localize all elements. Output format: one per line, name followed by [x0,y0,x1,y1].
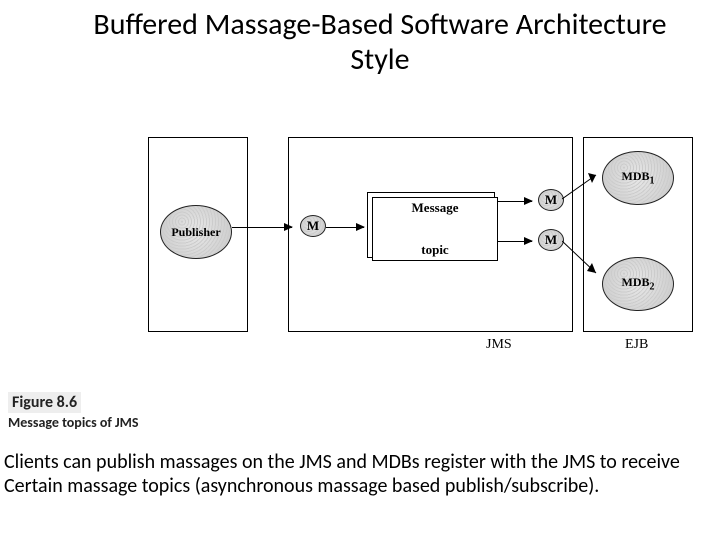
mdb1-node: MDB1 [602,151,674,205]
body-paragraph: Clients can publish massages on the JMS … [4,450,718,499]
mdb1-label: MDB1 [622,169,655,186]
arrow-m-to-msgbox [326,227,364,228]
architecture-diagram: JMS EJB Publisher MDB1 MDB2 M M M M Mess… [0,107,720,407]
slide-title: Buffered Massage-Based Software Architec… [0,0,720,77]
arrow-msgbox-to-m2 [498,201,532,202]
mdb2-label: MDB2 [622,275,655,292]
m-node-4: M [538,229,564,251]
message-topic-box: Message topic [372,197,498,261]
publisher-node: Publisher [160,205,232,259]
m-node-2: M [538,189,564,211]
arrow-msgbox-to-m4 [498,241,532,242]
m-node-1: M [300,215,326,237]
jms-label: JMS [486,337,512,353]
message-label: Message [412,200,459,216]
arrow-m4-to-mdb2 [562,237,606,281]
figure-caption: Message topics of JMS [8,414,138,431]
topic-label: topic [421,242,448,258]
mdb2-node: MDB2 [602,257,674,311]
ejb-label: EJB [625,337,648,353]
figure-number: Figure 8.6 [8,392,81,413]
arrow-pub-to-m [232,227,292,228]
arrow-m2-to-mdb1 [562,169,606,203]
publisher-label: Publisher [171,225,220,240]
